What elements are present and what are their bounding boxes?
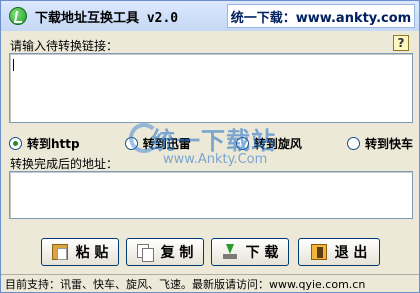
output-label: 转换完成后的地址： xyxy=(10,157,119,171)
exit-button[interactable]: 退 出 xyxy=(298,238,380,266)
option-qqdl[interactable]: 转到旋风 xyxy=(235,135,302,152)
radio-selected-icon[interactable] xyxy=(9,136,22,150)
window-title: 下载地址互换工具 v2.0 xyxy=(35,10,179,26)
text-caret xyxy=(13,59,14,71)
radio-icon[interactable] xyxy=(124,136,138,150)
paste-button[interactable]: 粘 贴 xyxy=(41,238,119,266)
download-icon xyxy=(222,244,238,260)
option-qqdl-label: 转到旋风 xyxy=(253,136,302,151)
paste-button-label: 粘 贴 xyxy=(75,245,109,261)
exit-button-label: 退 出 xyxy=(334,245,368,261)
option-thunder[interactable]: 转到迅雷 xyxy=(124,135,191,152)
option-http-label: 转到http xyxy=(27,136,80,151)
copy-button[interactable]: 复 制 xyxy=(126,238,204,266)
download-button[interactable]: 下 载 xyxy=(211,238,289,266)
title-bar: 下载地址互换工具 v2.0 统一下载：www.ankty.com xyxy=(1,1,419,31)
download-button-label: 下 载 xyxy=(245,245,279,261)
option-flashget[interactable]: 转到快车 xyxy=(346,135,413,152)
copy-button-label: 复 制 xyxy=(160,245,194,261)
watermark-url: www.Ankty.Com xyxy=(163,152,268,167)
site-banner: 统一下载：www.ankty.com xyxy=(227,4,415,28)
link-input[interactable] xyxy=(9,53,413,123)
input-label: 请输入待转换链接： xyxy=(10,39,119,53)
app-logo-icon xyxy=(9,7,27,25)
app-window: 下载地址互换工具 v2.0 统一下载：www.ankty.com 请输入待转换链… xyxy=(0,0,420,293)
target-options: 转到http 转到迅雷 转到旋风 转到快车 xyxy=(9,132,413,154)
help-icon[interactable]: ? xyxy=(393,35,409,51)
option-thunder-label: 转到迅雷 xyxy=(142,136,191,151)
radio-icon[interactable] xyxy=(235,136,249,150)
copy-icon xyxy=(136,244,154,262)
exit-door-icon xyxy=(310,244,327,260)
option-http[interactable]: 转到http xyxy=(9,135,80,152)
paste-icon xyxy=(51,244,68,260)
radio-icon[interactable] xyxy=(346,136,360,150)
option-flashget-label: 转到快车 xyxy=(364,136,413,151)
result-output[interactable] xyxy=(9,171,413,219)
status-bar: 目前支持：讯雷、快车、旋风、飞速。最新版请访问：www.qyie.com.cn xyxy=(1,274,419,292)
